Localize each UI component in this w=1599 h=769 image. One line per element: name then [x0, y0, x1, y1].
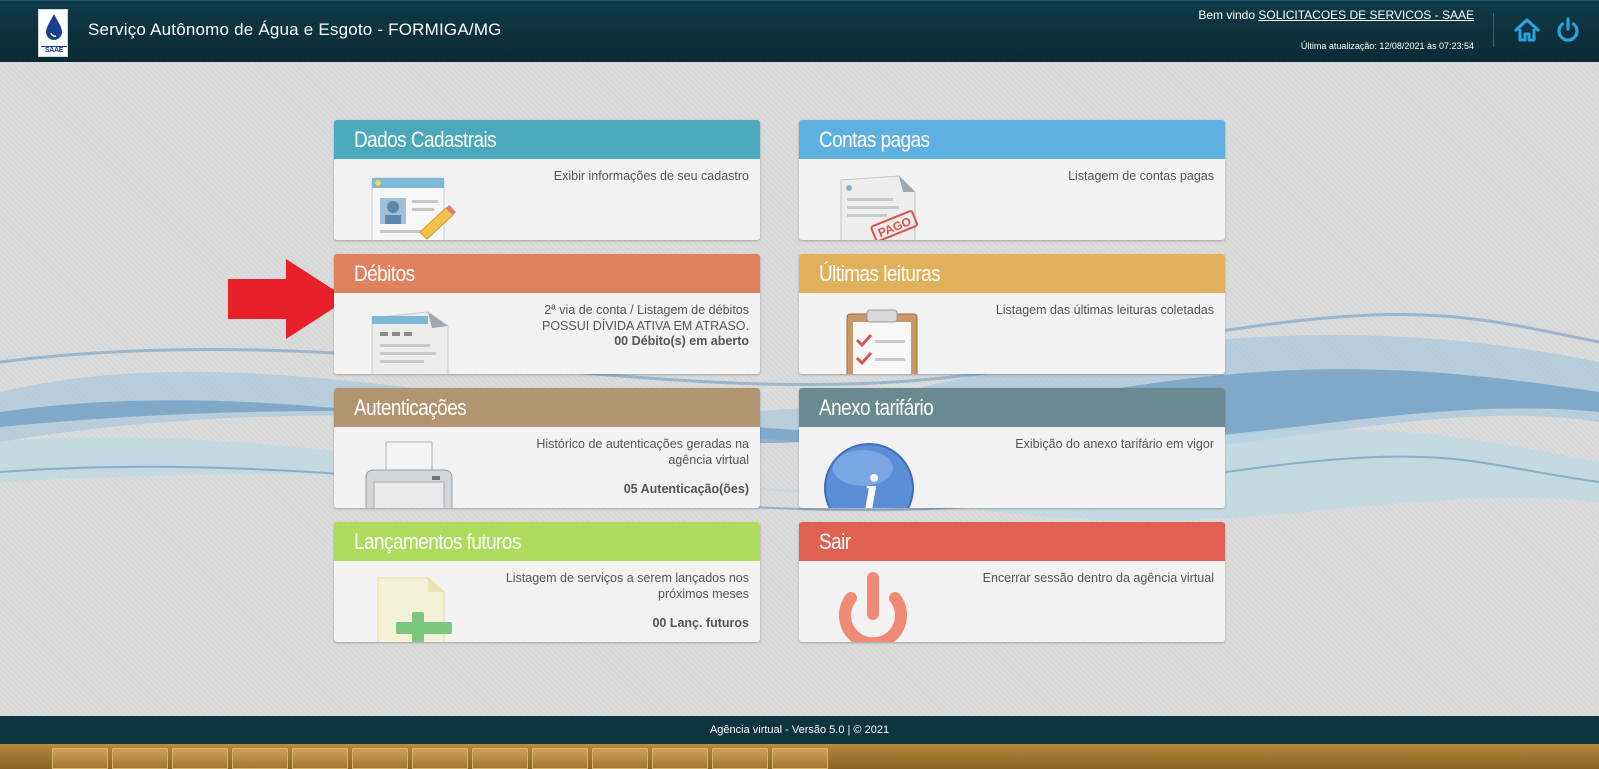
taskbar-item[interactable]: [592, 748, 648, 769]
card-description: Encerrar sessão dentro da agência virtua…: [982, 571, 1214, 585]
card-autenticacoes[interactable]: Autenticações Histórico de autenticações…: [334, 388, 760, 508]
card-description: Listagem de serviços a serem lançados no…: [505, 571, 749, 601]
card-dados-cadastrais[interactable]: Dados Cadastrais Exibir informações de s…: [334, 120, 760, 240]
taskbar-item[interactable]: [172, 748, 228, 769]
logo-text: SAAE: [41, 46, 67, 54]
taskbar-item[interactable]: [352, 748, 408, 769]
card-title: Sair: [799, 522, 1225, 561]
card-description: Exibir informações de seu cadastro: [553, 169, 749, 183]
clipboard-icon: [846, 309, 918, 374]
card-anexo-tarifario[interactable]: Anexo tarifário Exibição do anexo tarifá…: [799, 388, 1225, 508]
saae-logo[interactable]: SAAE: [38, 9, 68, 57]
bill-icon: [371, 311, 449, 374]
app-title: Serviço Autônomo de Água e Esgoto - FORM…: [88, 20, 502, 39]
printer-icon: [365, 441, 453, 508]
debt-warning: POSSUI DÍVIDA ATIVA EM ATRASO.: [541, 319, 749, 333]
card-sair[interactable]: Sair Encerrar sessão dentro da agência v…: [799, 522, 1225, 642]
card-title: Autenticações: [334, 388, 760, 427]
card-title: Dados Cadastrais: [334, 120, 760, 159]
description-line: 2ª via de conta / Listagem de débitos: [544, 303, 749, 317]
card-description: Histórico de autenticações geradas na ag…: [536, 437, 749, 467]
os-taskbar: [0, 744, 1599, 769]
taskbar-item[interactable]: [532, 748, 588, 769]
future-count: 00 Lanç. futuros: [652, 616, 749, 630]
taskbar-item[interactable]: [652, 748, 708, 769]
water-drop-icon: [46, 14, 62, 40]
header-divider: [1493, 13, 1494, 47]
taskbar-item[interactable]: [52, 748, 108, 769]
add-document-icon: [377, 577, 452, 642]
welcome-text: Bem vindo SOLICITACOES DE SERVICOS - SAA…: [1198, 8, 1474, 22]
taskbar-item[interactable]: [232, 748, 288, 769]
taskbar-item[interactable]: [112, 748, 168, 769]
card-title: Contas pagas: [799, 120, 1225, 159]
card-title: Anexo tarifário: [799, 388, 1225, 427]
card-title: Últimas leituras: [799, 254, 1225, 293]
power-icon: [839, 572, 907, 642]
authentication-count: 05 Autenticação(ões): [623, 482, 749, 496]
card-title: Débitos: [334, 254, 760, 293]
card-description: Listagem das últimas leituras coletadas: [995, 303, 1214, 317]
taskbar-item[interactable]: [772, 748, 828, 769]
home-icon[interactable]: [1513, 16, 1541, 44]
card-lancamentos-futuros[interactable]: Lançamentos futuros Listagem de serviços…: [334, 522, 760, 642]
card-contas-pagas[interactable]: Contas pagas Listagem de contas pagas PA…: [799, 120, 1225, 240]
power-icon[interactable]: [1554, 16, 1582, 44]
last-update: Última atualização: 12/08/2021 às 07:23:…: [1300, 41, 1474, 51]
paid-bill-icon: PAGO: [840, 175, 919, 240]
taskbar-item[interactable]: [412, 748, 468, 769]
card-ultimas-leituras[interactable]: Últimas leituras Listagem das últimas le…: [799, 254, 1225, 374]
info-letter: i: [864, 465, 879, 508]
taskbar-item[interactable]: [472, 748, 528, 769]
taskbar-item[interactable]: [712, 748, 768, 769]
footer: Agência virtual - Versão 5.0 | © 2021: [0, 716, 1599, 744]
top-header: SAAE Serviço Autônomo de Água e Esgoto -…: [0, 0, 1599, 62]
arrow-annotation: [228, 259, 348, 339]
info-icon: i: [824, 443, 914, 508]
card-description: Exibição do anexo tarifário em vigor: [1015, 437, 1214, 451]
card-description: 2ª via de conta / Listagem de débitos PO…: [449, 302, 749, 334]
profile-form-icon: [371, 177, 456, 240]
debt-count: 00 Débito(s) em aberto: [614, 334, 749, 348]
card-description: Listagem de contas pagas: [1068, 169, 1214, 183]
taskbar-item[interactable]: [292, 748, 348, 769]
card-title: Lançamentos futuros: [334, 522, 760, 561]
card-debitos[interactable]: Débitos 2ª via de conta / Listagem de dé…: [334, 254, 760, 374]
user-link[interactable]: SOLICITACOES DE SERVICOS - SAAE: [1258, 8, 1474, 22]
welcome-prefix: Bem vindo: [1198, 8, 1256, 22]
